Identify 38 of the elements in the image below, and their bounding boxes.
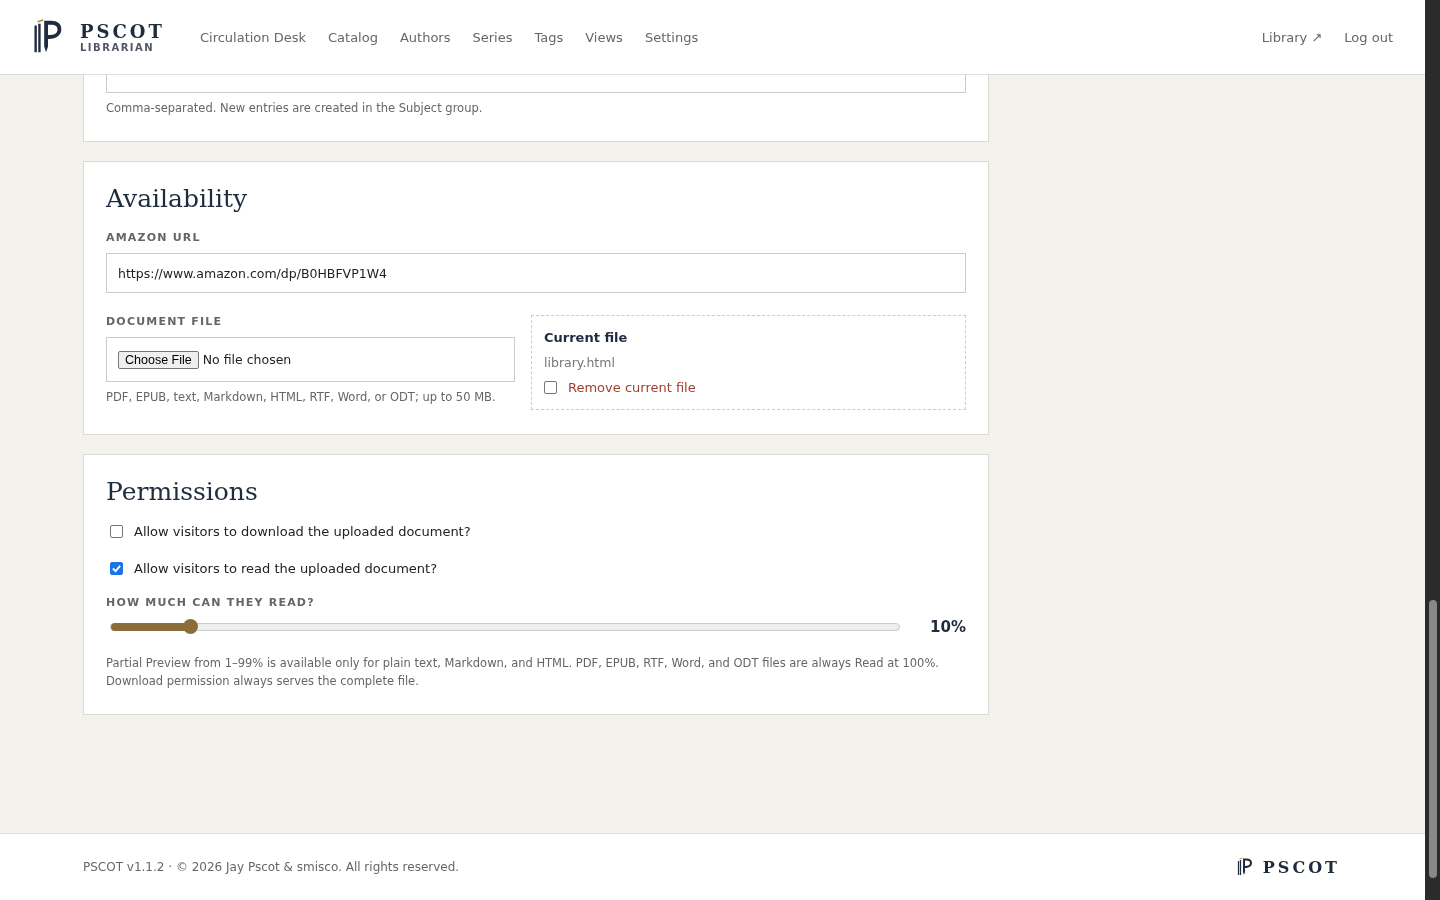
field-label: AMAZON URL (106, 231, 201, 244)
field-label: DOCUMENT FILE (106, 315, 223, 328)
nav-link[interactable]: Views (574, 29, 634, 45)
current-file-name: library.html (544, 355, 616, 370)
field-label: HOW MUCH CAN THEY READ? (106, 596, 315, 609)
nav-link[interactable]: Tags (523, 29, 575, 45)
section-title: Permissions (106, 477, 259, 506)
pen-nib-logo-icon (1236, 857, 1253, 877)
checkbox-label[interactable]: Remove current file (568, 380, 696, 395)
subjects-hint: Comma-separated. New entries are created in the Subject group. (106, 100, 484, 117)
section-title: Availability (106, 184, 249, 213)
nav-link[interactable]: Catalog (317, 29, 389, 45)
brand-name: PSCOT (80, 21, 165, 42)
file-input-field[interactable]: Choose File No file chosen (106, 337, 515, 382)
nav-link[interactable]: Authors (388, 29, 462, 45)
checkbox[interactable] (110, 525, 123, 538)
checkbox[interactable] (110, 562, 123, 575)
nav-link[interactable]: Settings (633, 29, 710, 45)
slider-thumb[interactable] (182, 619, 198, 634)
subjects-field[interactable] (106, 75, 966, 93)
footer-brand: PSCOT (1262, 857, 1340, 877)
copyright-text: PSCOT v1.1.2 · © 2026 Jay Pscot & smisco. All rights reserved. (83, 860, 460, 874)
checkbox-label[interactable]: Allow visitors to download the uploaded document? (134, 524, 471, 539)
current-file-title: Current file (544, 330, 629, 345)
nav-link[interactable]: Series (461, 29, 524, 45)
logout-link[interactable]: Log out (1344, 29, 1393, 45)
slider-value: 10% (930, 618, 966, 636)
brand-subtitle: LIBRARIAN (80, 41, 156, 53)
library-link[interactable]: Library ↗ (1261, 29, 1323, 45)
file-status: No file chosen (202, 352, 292, 367)
nav-link[interactable]: Circulation Desk (188, 29, 317, 45)
document-hint: PDF, EPUB, text, Markdown, HTML, RTF, Word, or ODT; up to 50 MB. (106, 389, 497, 406)
permissions-hint: Partial Preview from 1–99% is available only for plain text, Markdown, and HTML. PDF, EPUB, RTF, Word, and ODT files are always Read at 100%. Download permission always serves the complete file. (106, 655, 940, 690)
choose-file-button[interactable]: Choose File (118, 350, 199, 369)
checkbox[interactable] (544, 381, 557, 394)
amazon-url-field[interactable]: https://www.amazon.com/dp/B0HBFVP1W4 (106, 253, 966, 293)
checkbox-label[interactable]: Allow visitors to read the uploaded document? (134, 561, 438, 576)
scrollbar[interactable] (1425, 0, 1440, 900)
